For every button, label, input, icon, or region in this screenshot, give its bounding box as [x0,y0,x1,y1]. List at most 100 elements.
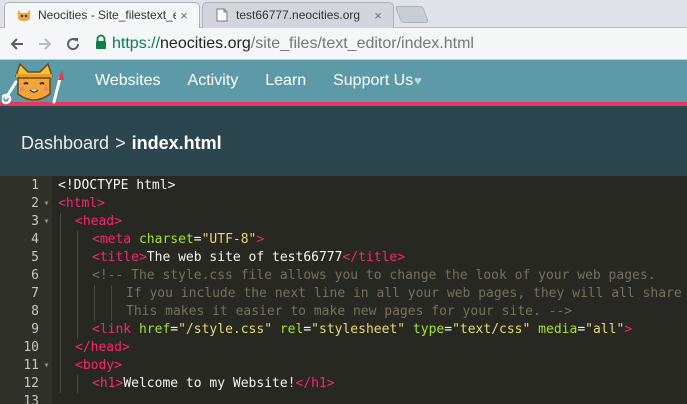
code-editor[interactable]: 1 <!DOCTYPE html> 2 ▾ <html> 3 ▾ <head> 4 <meta c… [0,176,687,404]
indent-guide [60,339,61,357]
reload-icon [67,38,80,51]
url-scheme: https:// [112,35,161,52]
line-number: 10 [23,340,39,355]
indent-guide [94,303,95,321]
code-token-attr: charset [138,232,194,247]
code-token-com: <!-- The style.css file allows you to ch… [92,268,656,283]
code-token-tag: </h1> [295,376,335,391]
back-button[interactable] [6,33,28,55]
line-number: 1 [31,178,39,193]
line-number: 2 [31,196,39,211]
code-token-txt: = [303,322,312,337]
line-number: 8 [31,304,39,319]
code-token-attr: media [538,322,578,337]
code-token-txt: = [170,322,179,337]
code-token-com: This makes it easier to make new pages f… [126,304,573,319]
line-code: <html> [58,195,105,213]
tab-test66777-site[interactable]: test66777.neocities.org × [202,2,394,28]
neocities-cat-logo[interactable] [0,58,66,108]
code-line[interactable]: 4 <meta charset="UTF-8"> [0,231,687,249]
code-token-tag: <head> [75,214,122,229]
code-token-tag: > [624,322,633,337]
breadcrumb-separator: > [115,133,126,153]
code-line[interactable]: 1 <!DOCTYPE html> [0,177,687,195]
code-token-txt: The web site of test66777 [146,250,343,265]
code-token-str: "/style.css" [178,322,273,337]
indent-guide [60,303,61,321]
line-number: 4 [31,232,39,247]
line-code: <head> [75,213,122,231]
line-code: If you include the next line in all your… [126,285,687,303]
code-token-str: "all" [585,322,625,337]
code-token-attr: type [412,322,445,337]
indent-guide [111,285,112,303]
breadcrumb: Dashboard > index.html [21,133,222,154]
code-line[interactable]: 3 ▾ <head> [0,213,687,231]
new-tab-button[interactable] [394,6,430,23]
nav-support-us-label: Support Us [333,72,414,89]
address-bar[interactable]: https://neocities.org/site_files/text_ed… [94,32,687,56]
code-token-tag: <html> [58,196,105,211]
line-number: 5 [31,250,39,265]
nav-websites[interactable]: Websites [95,72,161,90]
indent-guide [77,249,78,267]
indent-guide [60,249,61,267]
indent-guide [60,213,61,231]
tab-title: Neocities - Site_filestext_ec [38,8,176,22]
code-line[interactable]: 5 <title>The web site of test66777</title… [0,249,687,267]
code-token-str: "stylesheet" [311,322,406,337]
indent-guide [94,285,95,303]
code-line[interactable]: 12 <h1>Welcome to my Website!</h1> [0,375,687,393]
code-line[interactable]: 6 <!-- The style.css file allows you to c… [0,267,687,285]
tab-title: test66777.neocities.org [236,8,361,22]
code-token-txt: = [193,232,202,247]
breadcrumb-dashboard-link[interactable]: Dashboard [21,133,109,153]
forward-button[interactable] [34,33,56,55]
code-token-tag: <link [92,322,139,337]
reload-button[interactable] [62,33,84,55]
nav-learn[interactable]: Learn [265,72,306,90]
indent-guide [60,267,61,285]
line-code: <body> [75,357,122,375]
line-code: <!DOCTYPE html> [58,177,175,195]
nav-support-us[interactable]: Support Us♥ [333,72,422,90]
code-token-str: "text/css" [452,322,531,337]
code-line[interactable]: 11 ▾ <body> [0,357,687,375]
indent-guide [77,321,78,339]
code-token-tag: </title> [342,250,406,265]
code-token-txt: Welcome to my Website! [123,376,296,391]
close-tab-icon[interactable]: × [176,8,192,23]
site-header: Websites Activity Learn Support Us♥ [0,60,687,106]
fold-toggle-icon[interactable]: ▾ [42,213,51,231]
code-line[interactable]: 13 [0,393,687,404]
nav-activity[interactable]: Activity [188,72,239,90]
code-line[interactable]: 7 If you include the next line in all you… [0,285,687,303]
code-line[interactable]: 2 ▾ <html> [0,195,687,213]
line-code: <!-- The style.css file allows you to ch… [92,267,656,285]
code-token-tag: <title> [92,250,147,265]
browser-tab-strip: Neocities - Site_filestext_ec × test6677… [0,0,687,28]
indent-guide [77,285,78,303]
lock-icon [94,34,108,55]
indent-guide [60,231,61,249]
breadcrumb-current-file: index.html [131,133,222,153]
code-token-com: If you include the next line in all your… [126,286,682,301]
indent-guide [77,231,78,249]
line-code: This makes it easier to make new pages f… [126,303,572,321]
code-line[interactable]: 10 </head> [0,339,687,357]
close-tab-icon[interactable]: × [370,8,386,23]
code-token-attr: rel [279,322,304,337]
code-token-tag: <meta [92,232,139,247]
fold-toggle-icon[interactable]: ▾ [42,195,51,213]
code-line[interactable]: 9 <link href="/style.css" rel="stylesheet… [0,321,687,339]
code-line[interactable]: 8 This makes it easier to make new pages … [0,303,687,321]
tab-neocities-editor[interactable]: Neocities - Site_filestext_ec × [4,2,200,28]
line-code: <meta charset="UTF-8"> [92,231,264,249]
back-arrow-icon [10,38,23,50]
indent-guide [60,357,61,375]
line-code: <h1>Welcome to my Website!</h1> [92,375,335,393]
line-number: 12 [23,376,39,391]
fold-toggle-icon[interactable]: ▾ [42,357,51,375]
code-token-tag: <body> [75,358,122,373]
neocities-cat-favicon-icon [16,7,32,23]
